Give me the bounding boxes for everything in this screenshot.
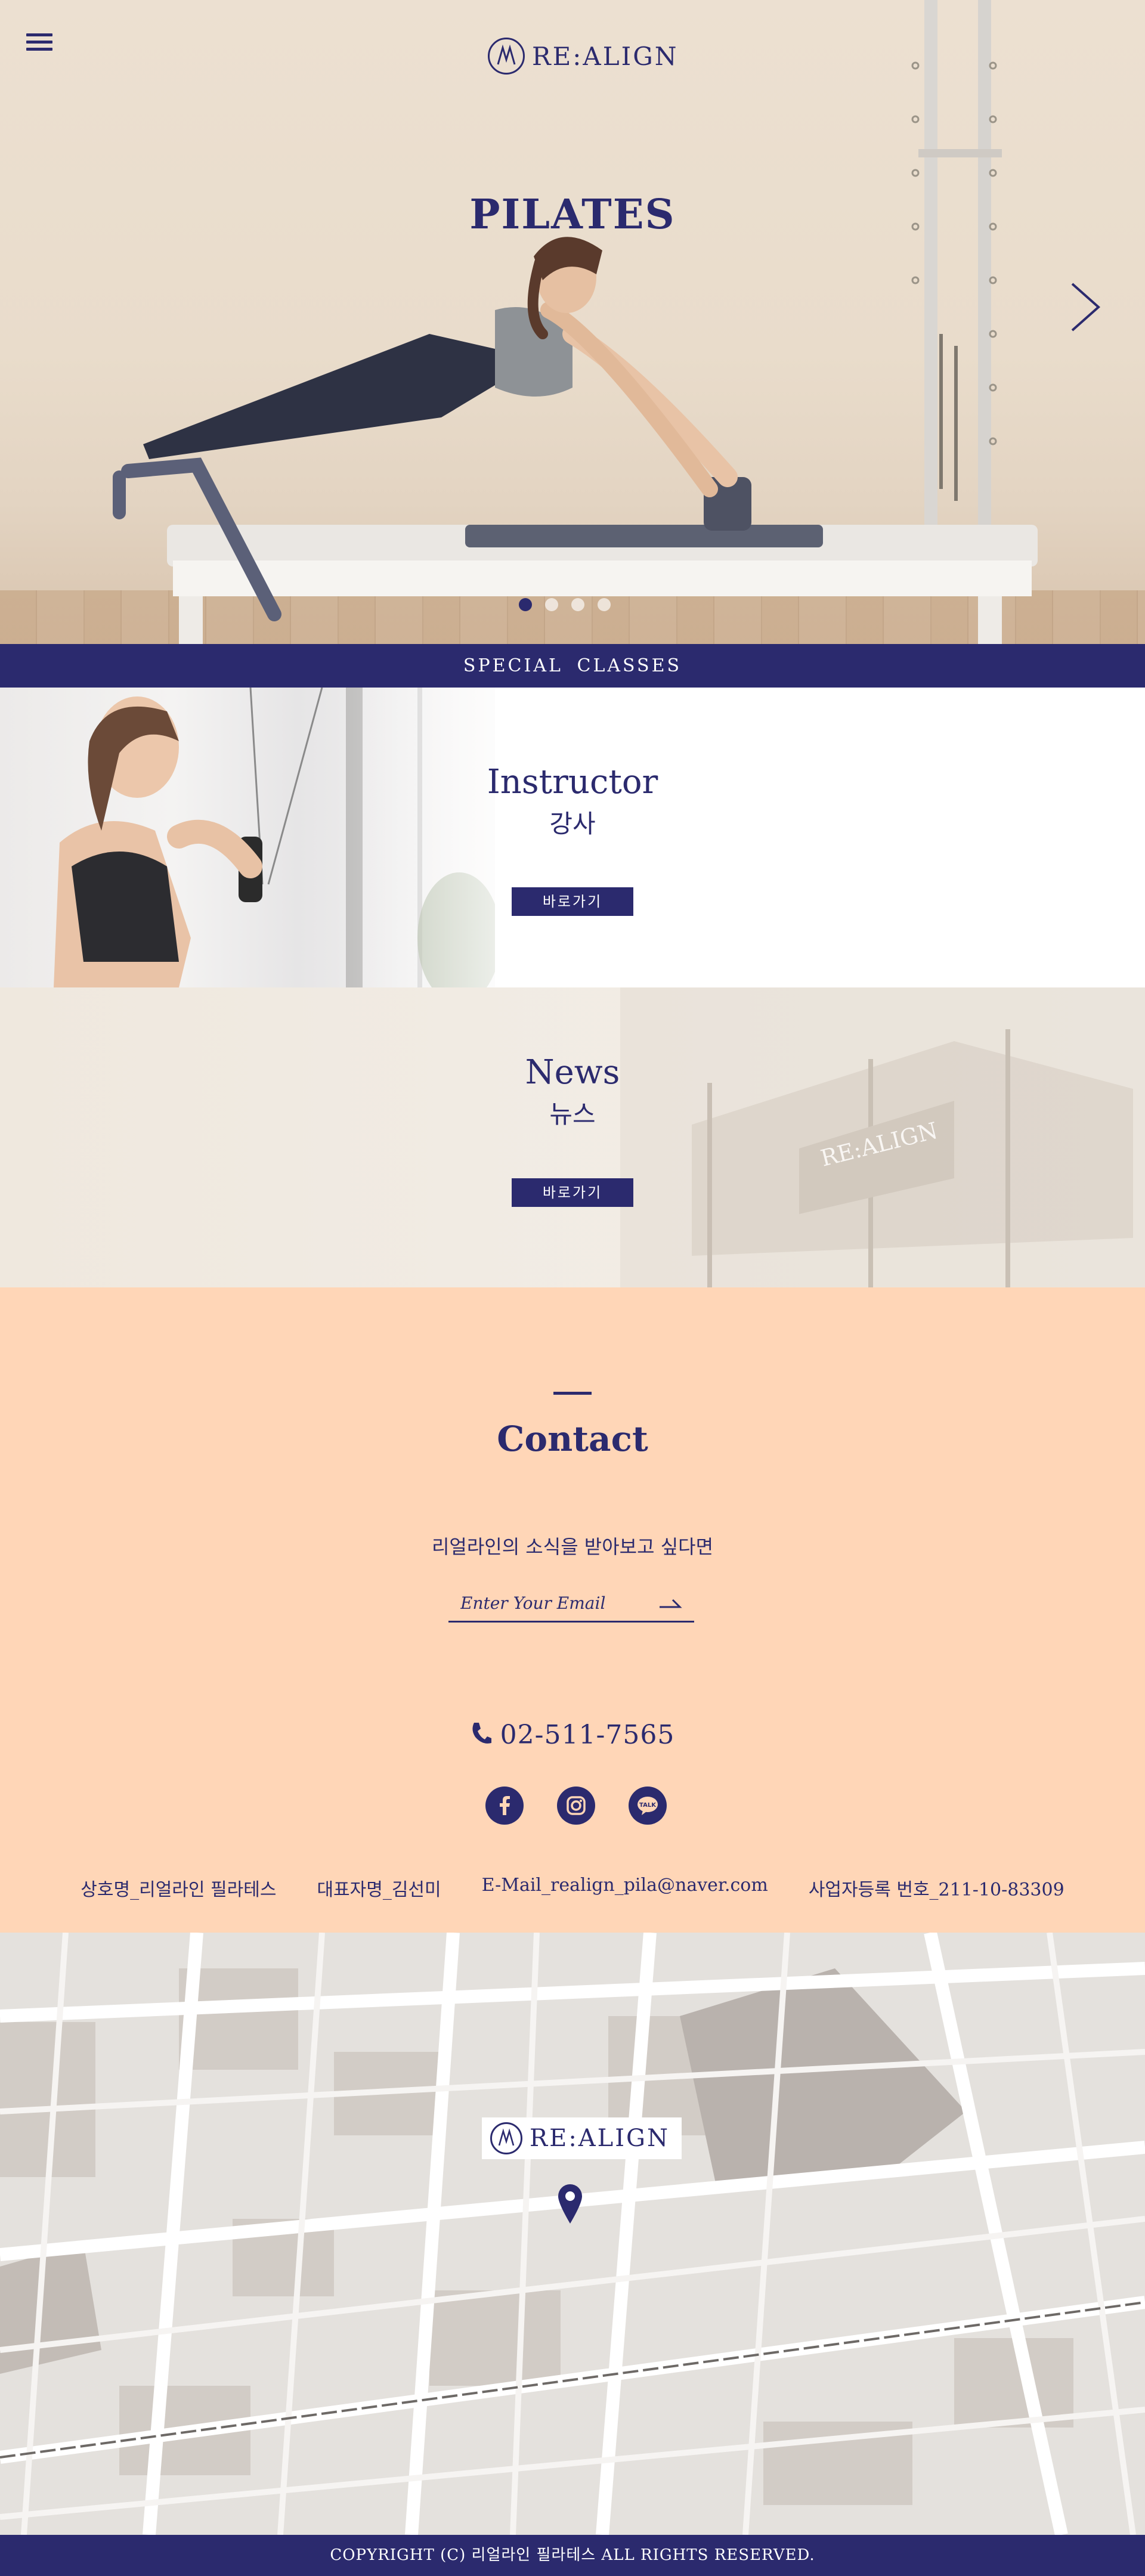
email-submit-button[interactable] [658, 1594, 682, 1612]
instructor-subtitle: 강사 [549, 809, 596, 838]
facebook-icon [500, 1796, 510, 1815]
chevron-right-icon [1071, 283, 1101, 332]
footer-copyright: COPYRIGHT (C) 리얼라인 필라테스 ALL RIGHTS RESER… [0, 2535, 1145, 2576]
news-subtitle: 뉴스 [549, 1100, 596, 1129]
slider-dot-3[interactable] [571, 598, 584, 611]
slider-pagination [519, 598, 611, 611]
instagram-icon [567, 1796, 586, 1815]
social-links: TALK [485, 1787, 667, 1825]
business-info: 상호명_리얼라인 필라테스 대표자명_김선미 E-Mail_realign_pi… [0, 1875, 1145, 1901]
facebook-link[interactable] [485, 1787, 524, 1825]
business-company: 상호명_리얼라인 필라테스 [81, 1880, 277, 1900]
business-email[interactable]: E-Mail_realign_pila@naver.com [482, 1875, 768, 1901]
news-heading: News 뉴스 [0, 1053, 1145, 1131]
kakaotalk-icon: TALK [638, 1797, 658, 1815]
logo-mark-icon [488, 38, 525, 75]
slider-dot-2[interactable] [545, 598, 558, 611]
logo-text: RE:ALIGN [532, 41, 679, 71]
business-registration: 사업자등록 번호_211-10-83309 [808, 1880, 1064, 1900]
hamburger-icon-line [26, 48, 52, 51]
site-logo[interactable]: RE:ALIGN [488, 38, 679, 75]
phone-number[interactable]: 02-511-7565 [0, 1720, 1145, 1752]
hamburger-icon-line [26, 33, 52, 36]
hero-slider: RE:ALIGN PILATES [0, 0, 1145, 644]
map-logo-text: RE:ALIGN [530, 2125, 670, 2152]
special-classes-bar: SPECIAL CLASSES [0, 644, 1145, 688]
slider-dot-1[interactable] [519, 598, 532, 611]
news-goto-button[interactable]: 바로가기 [512, 1178, 633, 1207]
newsletter-form [448, 1586, 694, 1623]
hero-title: PILATES [469, 191, 676, 239]
instructor-title: Instructor [487, 763, 658, 801]
menu-button[interactable] [26, 33, 52, 55]
logo-mark-icon [490, 2122, 522, 2154]
news-photo: RE:ALIGN [620, 987, 1145, 1287]
instagram-link[interactable] [557, 1787, 595, 1825]
newsletter-lead: 리얼라인의 소식을 받아보고 싶다면 [431, 1535, 714, 1558]
instructor-heading: Instructor 강사 [0, 763, 1145, 840]
arrow-right-icon [660, 1599, 682, 1608]
kakaotalk-link[interactable]: TALK [629, 1787, 667, 1825]
contact-title: Contact [497, 1419, 648, 1459]
news-title: News [525, 1053, 620, 1092]
contact-divider [553, 1392, 592, 1395]
location-map[interactable]: RE:ALIGN [0, 1933, 1145, 2535]
email-input[interactable] [460, 1589, 651, 1617]
contact-section: Contact 리얼라인의 소식을 받아보고 싶다면 02-511-7565 [0, 1287, 1145, 1933]
phone-number-text: 02-511-7565 [500, 1720, 675, 1750]
instructor-section: Instructor 강사 바로가기 [0, 688, 1145, 987]
news-section: RE:ALIGN News 뉴스 바로가기 [0, 987, 1145, 1287]
hero-photo [113, 0, 1038, 644]
phone-icon [471, 1722, 492, 1752]
business-ceo: 대표자명_김선미 [317, 1880, 441, 1900]
slider-next-button[interactable] [1067, 280, 1103, 334]
kakaotalk-icon-label: TALK [639, 1802, 657, 1809]
slider-dot-4[interactable] [598, 598, 611, 611]
map-tiles [0, 1933, 1145, 2535]
map-pin-icon[interactable] [557, 2183, 583, 2225]
instructor-goto-button[interactable]: 바로가기 [512, 887, 633, 916]
hamburger-icon-line [26, 41, 52, 44]
map-logo: RE:ALIGN [482, 2117, 682, 2159]
